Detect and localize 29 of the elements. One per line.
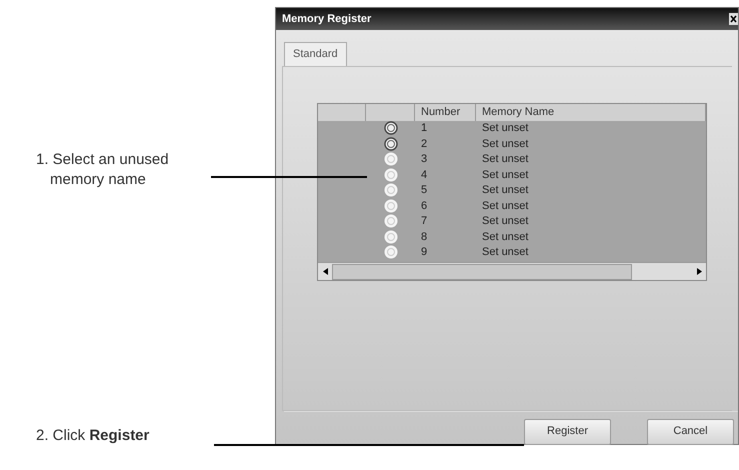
table-cell-text: 9 [420,245,428,260]
table-cell-text: 5 [420,183,428,198]
table-cell-text: Set unset [481,121,530,136]
table-cell-text: Set unset [481,198,530,214]
table-cell-text: Set unset [481,214,530,229]
dialog-button[interactable]: Cancel [647,418,734,444]
table-cell-text: 6 [420,198,428,214]
table-cell-text: Set unset [481,245,530,260]
table-cell-text: 7 [420,214,428,229]
close-icon[interactable] [729,13,738,25]
table-cell-text: 1 [420,121,428,136]
window-title: Memory Register [282,12,372,27]
callout-text: 1. Select an unused memory name [36,150,170,190]
column-header[interactable]: Number [415,104,476,120]
table-cell-text: Set unset [481,230,530,244]
table-cell-text: 8 [420,230,428,244]
table-cell-text: 3 [420,152,428,167]
table-cell-text: Set unset [481,168,530,182]
horizontal-scrollbar[interactable] [318,262,706,280]
table-cell-text: 2 [420,136,428,152]
table-cell-text: Set unset [481,136,530,152]
table-cell-text: Set unset [481,152,530,167]
scrollbar-thumb[interactable] [332,264,632,280]
table-cell-text: Set unset [481,183,530,198]
callout-text: 2. Click Register [36,426,150,446]
table-cell-text: 4 [420,168,428,182]
tab[interactable]: Standard [284,42,347,66]
column-header[interactable]: Memory Name [476,104,706,120]
dialog-button[interactable]: Register [524,418,611,444]
